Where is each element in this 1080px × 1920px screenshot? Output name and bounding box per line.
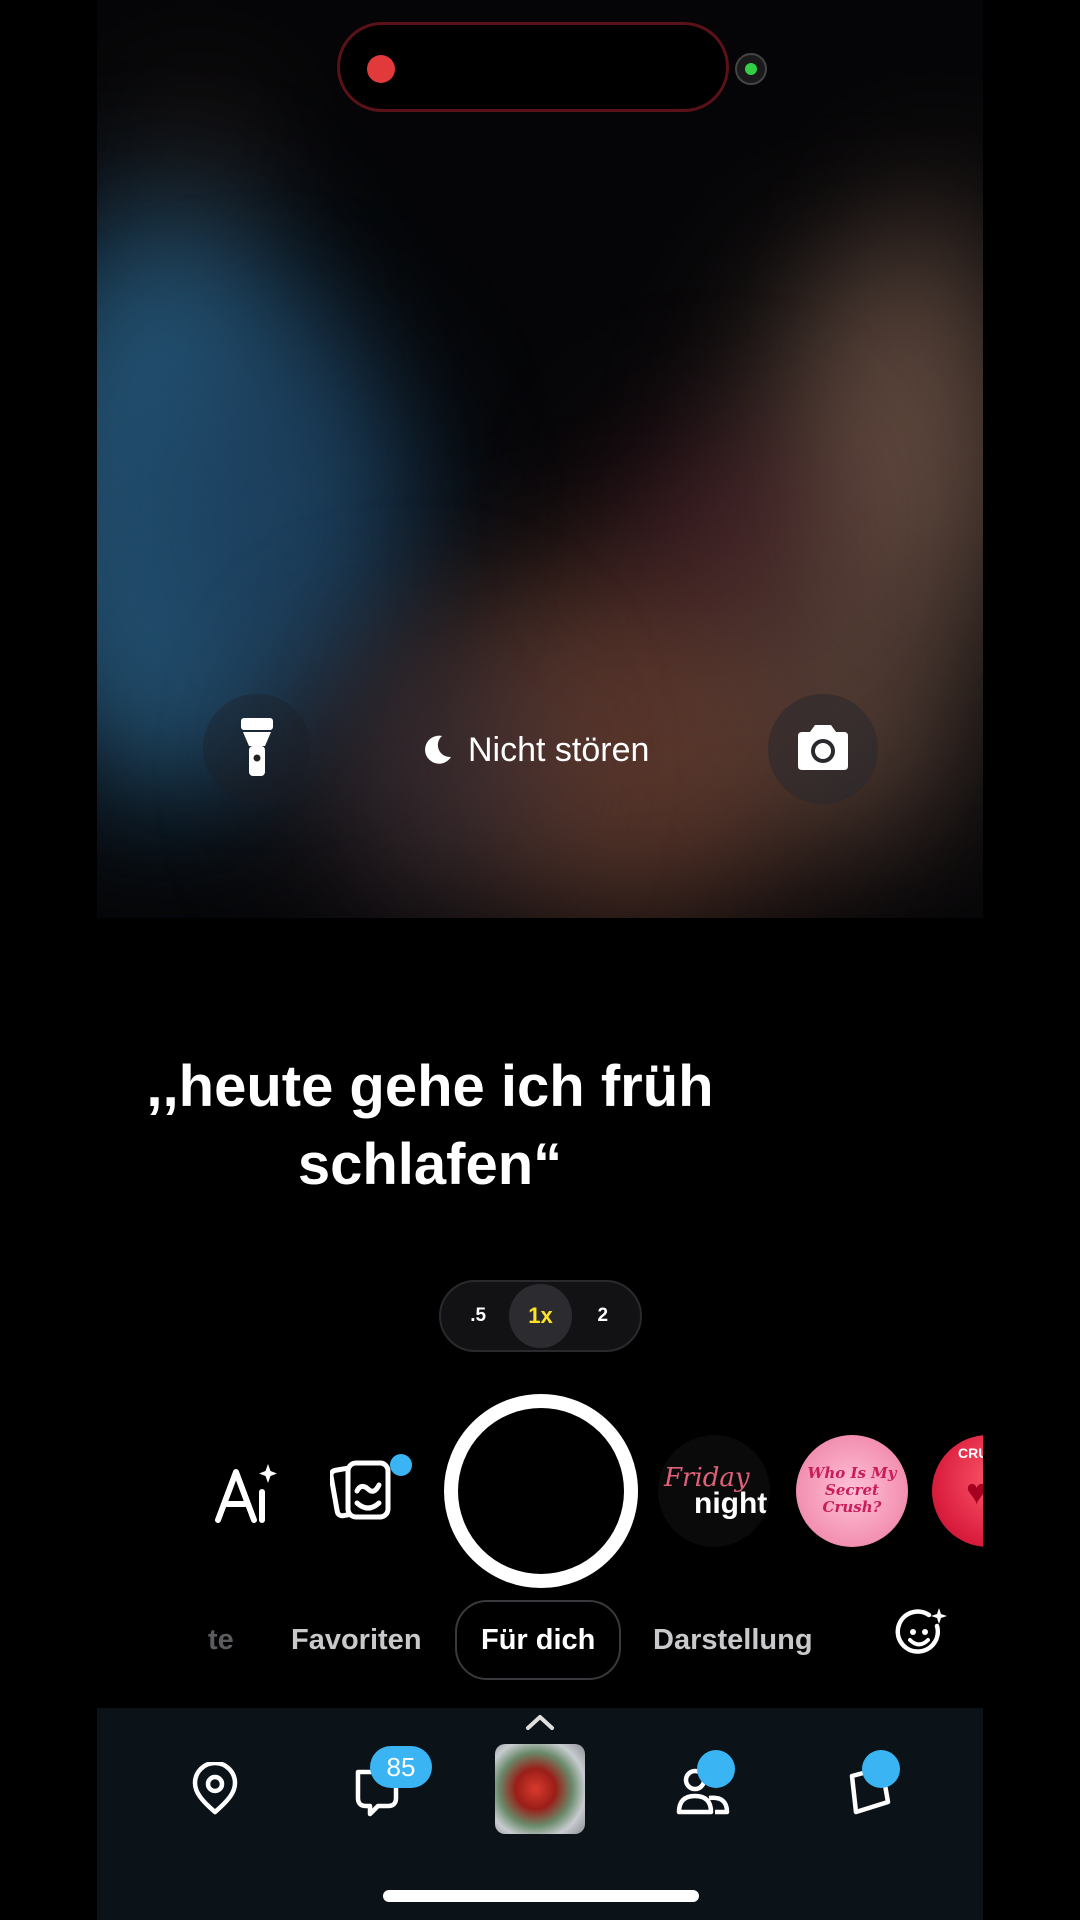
tab-partial[interactable]: te bbox=[208, 1610, 234, 1670]
shutter-button[interactable] bbox=[444, 1394, 638, 1588]
tab-favoriten[interactable]: Favoriten bbox=[291, 1610, 422, 1670]
moon-icon bbox=[425, 735, 451, 764]
screen-edge-mask bbox=[983, 1420, 1080, 1570]
zoom-option-2[interactable]: 2 bbox=[572, 1284, 634, 1348]
zoom-option-1x[interactable]: 1x bbox=[509, 1284, 572, 1348]
map-pin-icon[interactable] bbox=[187, 1762, 243, 1818]
chat-unread-badge: 85 bbox=[370, 1746, 432, 1788]
ai-sparkle-icon[interactable] bbox=[212, 1458, 282, 1528]
flip-camera-button[interactable] bbox=[768, 694, 878, 804]
camera-screen: Nicht stören ,,heute gehe ich früh schla… bbox=[0, 0, 1080, 1920]
flashlight-icon bbox=[241, 718, 273, 776]
camera-flip-icon bbox=[798, 725, 848, 770]
tab-darstellung[interactable]: Darstellung bbox=[653, 1610, 813, 1670]
friends-notification-dot bbox=[697, 1750, 735, 1788]
lens-friday-night[interactable]: Friday night bbox=[658, 1435, 770, 1547]
lens-secret-crush[interactable]: Who Is My Secret Crush? bbox=[796, 1435, 908, 1547]
caption-overlay: ,,heute gehe ich früh schlafen“ bbox=[146, 1054, 714, 1197]
recording-indicator bbox=[367, 55, 395, 83]
camera-in-use-indicator bbox=[735, 53, 767, 85]
chevron-up-icon[interactable] bbox=[524, 1712, 556, 1732]
do-not-disturb-indicator: Nicht stören bbox=[420, 728, 649, 772]
stories-notification-dot bbox=[862, 1750, 900, 1788]
dynamic-island bbox=[337, 22, 729, 112]
memories-notification-dot bbox=[390, 1454, 412, 1476]
lens-explore-icon[interactable] bbox=[893, 1606, 949, 1662]
zoom-option-05[interactable]: .5 bbox=[447, 1284, 509, 1348]
do-not-disturb-label: Nicht stören bbox=[468, 730, 650, 769]
zoom-selector[interactable]: .5 1x 2 bbox=[439, 1280, 642, 1352]
flashlight-button[interactable] bbox=[203, 694, 311, 802]
tab-fuer-dich[interactable]: Für dich bbox=[455, 1600, 622, 1680]
home-indicator[interactable] bbox=[383, 1890, 699, 1902]
camera-roll-thumbnail[interactable] bbox=[495, 1744, 585, 1834]
